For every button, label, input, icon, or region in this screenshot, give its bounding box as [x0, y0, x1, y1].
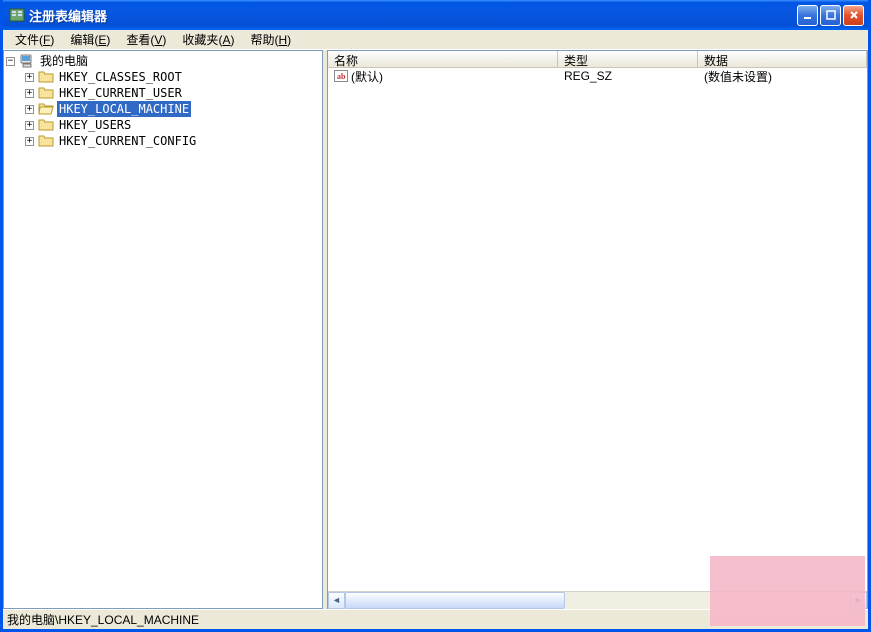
- statusbar: 我的电脑\HKEY_LOCAL_MACHINE: [3, 609, 868, 629]
- menu-view[interactable]: 查看(V): [118, 29, 174, 50]
- menu-help[interactable]: 帮助(H): [242, 29, 299, 50]
- window-controls: [797, 5, 864, 26]
- tree-row-root[interactable]: − 我的电脑: [6, 53, 320, 69]
- tree-label: HKEY_CURRENT_USER: [57, 85, 184, 101]
- app-icon: [9, 7, 25, 23]
- string-value-icon: ab: [334, 69, 348, 83]
- list-cell-data: (数值未设置): [698, 68, 867, 85]
- menu-favorites[interactable]: 收藏夹(A): [174, 29, 242, 50]
- list-cell-name: ab (默认): [328, 68, 558, 85]
- close-button[interactable]: [843, 5, 864, 26]
- expander-icon[interactable]: −: [6, 57, 15, 66]
- tree-label: HKEY_USERS: [57, 117, 133, 133]
- tree-row-hkcc[interactable]: + HKEY_CURRENT_CONFIG: [25, 133, 320, 149]
- expander-icon[interactable]: +: [25, 105, 34, 114]
- tree-row-hklm[interactable]: + HKEY_LOCAL_MACHINE: [25, 101, 320, 117]
- horizontal-scrollbar[interactable]: ◄ ►: [328, 591, 867, 608]
- menu-edit[interactable]: 编辑(E): [62, 29, 118, 50]
- tree-label: HKEY_CLASSES_ROOT: [57, 69, 184, 85]
- folder-icon: [38, 117, 54, 133]
- titlebar[interactable]: 注册表编辑器: [3, 0, 868, 30]
- tree-pane[interactable]: − 我的电脑 +: [3, 50, 323, 609]
- window-frame: 注册表编辑器 文件(F) 编辑(E) 查看(V) 收藏夹(A) 帮助(H) −: [0, 0, 871, 632]
- content-area: − 我的电脑 +: [3, 50, 868, 609]
- folder-open-icon: [38, 101, 54, 117]
- tree-root-node: − 我的电脑 +: [6, 53, 320, 149]
- column-header-data[interactable]: 数据: [698, 51, 867, 67]
- folder-icon: [38, 133, 54, 149]
- minimize-button[interactable]: [797, 5, 818, 26]
- folder-icon: [38, 85, 54, 101]
- scroll-right-button[interactable]: ►: [850, 592, 867, 609]
- expander-icon[interactable]: +: [25, 73, 34, 82]
- tree-label: HKEY_CURRENT_CONFIG: [57, 133, 198, 149]
- tree-row-hku[interactable]: + HKEY_USERS: [25, 117, 320, 133]
- tree-row-hkcr[interactable]: + HKEY_CLASSES_ROOT: [25, 69, 320, 85]
- maximize-button[interactable]: [820, 5, 841, 26]
- tree-row-hkcu[interactable]: + HKEY_CURRENT_USER: [25, 85, 320, 101]
- list-body[interactable]: ab (默认) REG_SZ (数值未设置): [328, 68, 867, 591]
- scroll-left-button[interactable]: ◄: [328, 592, 345, 609]
- tree-children: + HKEY_CLASSES_ROOT + HKEY_CURRENT_USER: [6, 69, 320, 149]
- scroll-track[interactable]: [345, 592, 850, 609]
- list-cell-type: REG_SZ: [558, 69, 698, 83]
- expander-icon[interactable]: +: [25, 137, 34, 146]
- window-title: 注册表编辑器: [29, 6, 797, 25]
- folder-icon: [38, 69, 54, 85]
- scroll-thumb[interactable]: [345, 592, 565, 609]
- svg-text:ab: ab: [337, 72, 346, 81]
- computer-icon: [19, 53, 35, 69]
- list-pane: 名称 类型 数据 ab (默认) REG_SZ: [327, 50, 868, 609]
- column-header-name[interactable]: 名称: [328, 51, 558, 67]
- menu-file[interactable]: 文件(F): [7, 29, 62, 50]
- expander-icon[interactable]: +: [25, 121, 34, 130]
- value-name: (默认): [351, 68, 383, 85]
- tree-root-label: 我的电脑: [38, 53, 90, 69]
- status-path: 我的电脑\HKEY_LOCAL_MACHINE: [7, 611, 199, 628]
- tree-label-selected: HKEY_LOCAL_MACHINE: [57, 101, 191, 117]
- expander-icon[interactable]: +: [25, 89, 34, 98]
- column-header-type[interactable]: 类型: [558, 51, 698, 67]
- list-header: 名称 类型 数据: [328, 51, 867, 68]
- list-row[interactable]: ab (默认) REG_SZ (数值未设置): [328, 68, 867, 84]
- menubar: 文件(F) 编辑(E) 查看(V) 收藏夹(A) 帮助(H): [3, 30, 868, 50]
